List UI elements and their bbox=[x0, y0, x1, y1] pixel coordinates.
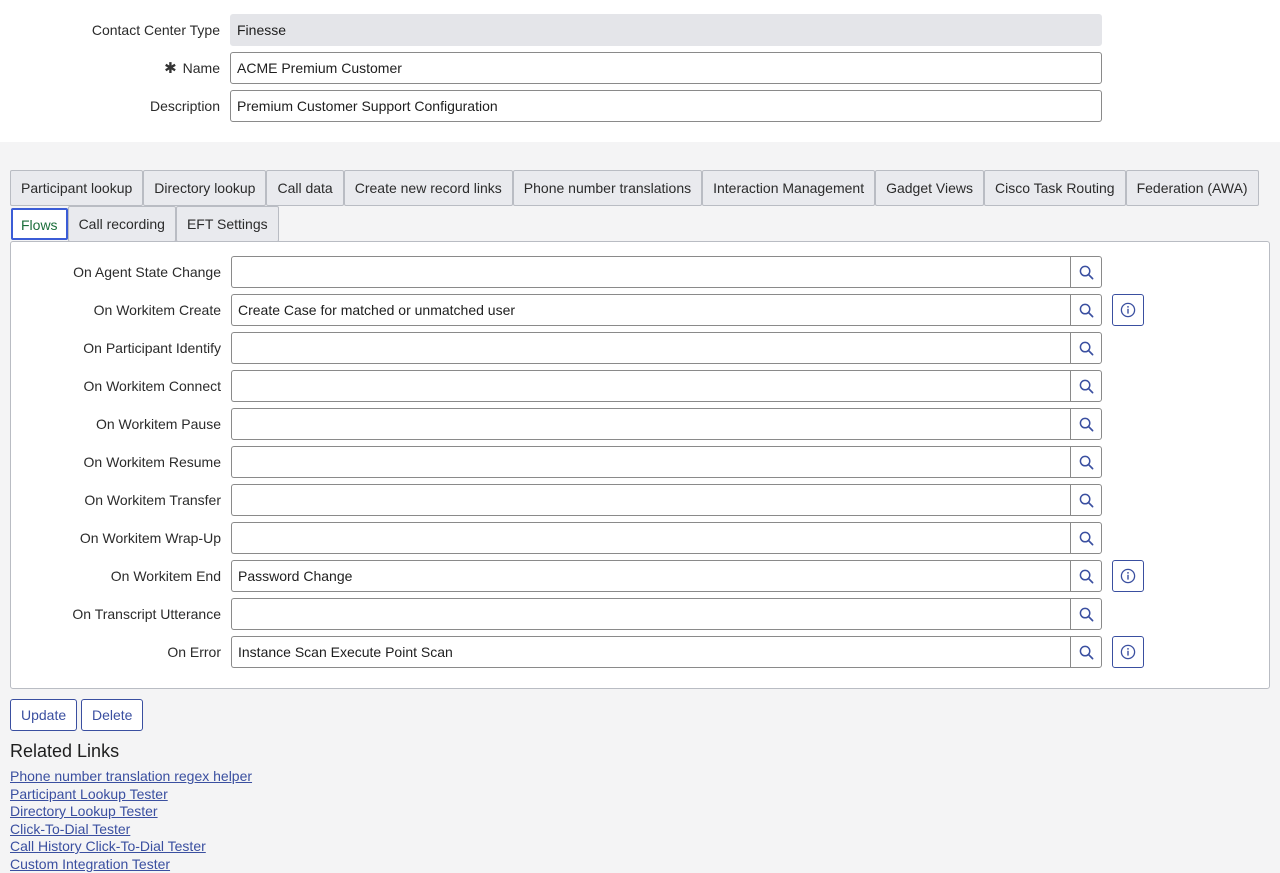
flow-label: On Workitem Resume bbox=[83, 454, 221, 470]
tab-directory-lookup[interactable]: Directory lookup bbox=[143, 170, 267, 206]
flow-reference-input[interactable] bbox=[231, 332, 1071, 364]
name-label: Name bbox=[182, 60, 220, 76]
search-icon bbox=[1079, 493, 1094, 508]
search-icon bbox=[1079, 379, 1094, 394]
flow-label: On Workitem Wrap-Up bbox=[79, 530, 221, 546]
flow-label: On Agent State Change bbox=[73, 264, 221, 280]
related-link-phone-number-translation-regex-helper[interactable]: Phone number translation regex helper bbox=[10, 768, 252, 786]
related-link-click-to-dial-tester[interactable]: Click-To-Dial Tester bbox=[10, 821, 252, 839]
description-field[interactable] bbox=[230, 90, 1102, 122]
preview-record-button[interactable] bbox=[1112, 294, 1144, 326]
flow-row-on-error: On Error Instance Scan Execute Point Scan bbox=[11, 636, 1269, 668]
required-icon: ✱ bbox=[164, 60, 177, 77]
contact-center-type-label: Contact Center Type bbox=[91, 22, 220, 38]
record-header-form: Contact Center Type Finesse ✱ Name Descri… bbox=[0, 0, 1280, 142]
flow-reference-input[interactable] bbox=[231, 256, 1071, 288]
flow-reference-input[interactable] bbox=[231, 370, 1071, 402]
search-icon bbox=[1079, 303, 1094, 318]
search-icon bbox=[1079, 645, 1094, 660]
description-row: Description bbox=[0, 90, 1280, 122]
flow-label: On Workitem Connect bbox=[83, 378, 221, 394]
flow-row-on-workitem-create: On Workitem Create Create Case for matche… bbox=[11, 294, 1269, 326]
search-icon bbox=[1079, 417, 1094, 432]
info-icon bbox=[1120, 302, 1136, 318]
description-label: Description bbox=[149, 98, 220, 114]
flow-row-on-workitem-wrap-up: On Workitem Wrap-Up bbox=[11, 522, 1269, 554]
related-link-custom-integration-tester[interactable]: Custom Integration Tester bbox=[10, 856, 252, 873]
search-icon bbox=[1079, 569, 1094, 584]
flow-row-on-workitem-transfer: On Workitem Transfer bbox=[11, 484, 1269, 516]
search-icon bbox=[1079, 265, 1094, 280]
search-icon bbox=[1079, 455, 1094, 470]
flow-row-on-workitem-end: On Workitem End Password Change bbox=[11, 560, 1269, 592]
tab-phone-number-translations[interactable]: Phone number translations bbox=[512, 170, 703, 206]
flow-reference-input[interactable] bbox=[231, 598, 1071, 630]
related-link-call-history-click-to-dial-tester[interactable]: Call History Click-To-Dial Tester bbox=[10, 838, 252, 856]
tab-call-recording[interactable]: Call recording bbox=[67, 206, 176, 242]
flow-row-on-workitem-connect: On Workitem Connect bbox=[11, 370, 1269, 402]
info-icon bbox=[1120, 644, 1136, 660]
name-row: ✱ Name bbox=[0, 52, 1280, 84]
flow-label: On Participant Identify bbox=[83, 340, 221, 356]
tab-participant-lookup[interactable]: Participant lookup bbox=[10, 170, 144, 206]
tab-federation-awa[interactable]: Federation (AWA) bbox=[1125, 170, 1259, 206]
related-link-directory-lookup-tester[interactable]: Directory Lookup Tester bbox=[10, 803, 252, 821]
flow-reference-input[interactable] bbox=[231, 484, 1071, 516]
tab-create-new-record-links[interactable]: Create new record links bbox=[343, 170, 513, 206]
preview-record-button[interactable] bbox=[1112, 560, 1144, 592]
tab-eft-settings[interactable]: EFT Settings bbox=[175, 206, 279, 242]
tab-call-data[interactable]: Call data bbox=[266, 170, 344, 206]
tab-row-1: Participant lookup Directory lookup Call d… bbox=[10, 170, 1270, 206]
lookup-search-button[interactable] bbox=[1070, 256, 1102, 288]
name-label-wrap: ✱ Name bbox=[164, 52, 220, 84]
info-icon bbox=[1120, 568, 1136, 584]
search-icon bbox=[1079, 531, 1094, 546]
flow-row-on-transcript-utterance: On Transcript Utterance bbox=[11, 598, 1269, 630]
flow-reference-input[interactable] bbox=[231, 408, 1071, 440]
lookup-search-button[interactable] bbox=[1070, 636, 1102, 668]
related-links-title: Related Links bbox=[10, 741, 120, 761]
name-field[interactable] bbox=[230, 52, 1102, 84]
flow-label: On Workitem Transfer bbox=[84, 492, 221, 508]
update-button[interactable]: Update bbox=[10, 699, 78, 731]
flow-reference-input[interactable]: Instance Scan Execute Point Scan bbox=[231, 636, 1071, 668]
lookup-search-button[interactable] bbox=[1070, 332, 1102, 364]
lookup-search-button[interactable] bbox=[1070, 370, 1102, 402]
contact-center-type-row: Contact Center Type Finesse bbox=[0, 14, 1280, 46]
lookup-search-button[interactable] bbox=[1070, 598, 1102, 630]
flow-label: On Workitem Create bbox=[93, 302, 221, 318]
flow-reference-input[interactable] bbox=[231, 522, 1071, 554]
tab-interaction-management[interactable]: Interaction Management bbox=[702, 170, 876, 206]
lookup-search-button[interactable] bbox=[1070, 408, 1102, 440]
search-icon bbox=[1079, 341, 1094, 356]
contact-center-type-field: Finesse bbox=[230, 14, 1102, 46]
flow-label: On Error bbox=[167, 644, 221, 660]
flow-label: On Workitem End bbox=[110, 568, 221, 584]
tab-bar: Participant lookup Directory lookup Call d… bbox=[10, 170, 1270, 242]
flow-row-on-participant-identify: On Participant Identify bbox=[11, 332, 1269, 364]
flow-row-on-workitem-pause: On Workitem Pause bbox=[11, 408, 1269, 440]
related-link-participant-lookup-tester[interactable]: Participant Lookup Tester bbox=[10, 786, 252, 804]
preview-record-button[interactable] bbox=[1112, 636, 1144, 668]
tab-gadget-views[interactable]: Gadget Views bbox=[875, 170, 984, 206]
flow-reference-input[interactable]: Create Case for matched or unmatched use… bbox=[231, 294, 1071, 326]
lookup-search-button[interactable] bbox=[1070, 560, 1102, 592]
flows-panel: On Agent State Change On Workitem Create C… bbox=[10, 241, 1270, 689]
search-icon bbox=[1079, 607, 1094, 622]
lookup-search-button[interactable] bbox=[1070, 294, 1102, 326]
tab-flows[interactable]: Flows bbox=[11, 208, 68, 240]
lookup-search-button[interactable] bbox=[1070, 522, 1102, 554]
flow-reference-input[interactable] bbox=[231, 446, 1071, 478]
flow-label: On Transcript Utterance bbox=[72, 606, 221, 622]
flow-reference-input[interactable]: Password Change bbox=[231, 560, 1071, 592]
flow-label: On Workitem Pause bbox=[95, 416, 221, 432]
lookup-search-button[interactable] bbox=[1070, 484, 1102, 516]
tab-row-2: Flows Call recording EFT Settings bbox=[10, 206, 1270, 242]
delete-button[interactable]: Delete bbox=[81, 699, 144, 731]
related-links-list: Phone number translation regex helper Par… bbox=[10, 768, 252, 873]
flow-row-on-agent-state-change: On Agent State Change bbox=[11, 256, 1269, 288]
flow-row-on-workitem-resume: On Workitem Resume bbox=[11, 446, 1269, 478]
lookup-search-button[interactable] bbox=[1070, 446, 1102, 478]
tab-cisco-task-routing[interactable]: Cisco Task Routing bbox=[984, 170, 1126, 206]
